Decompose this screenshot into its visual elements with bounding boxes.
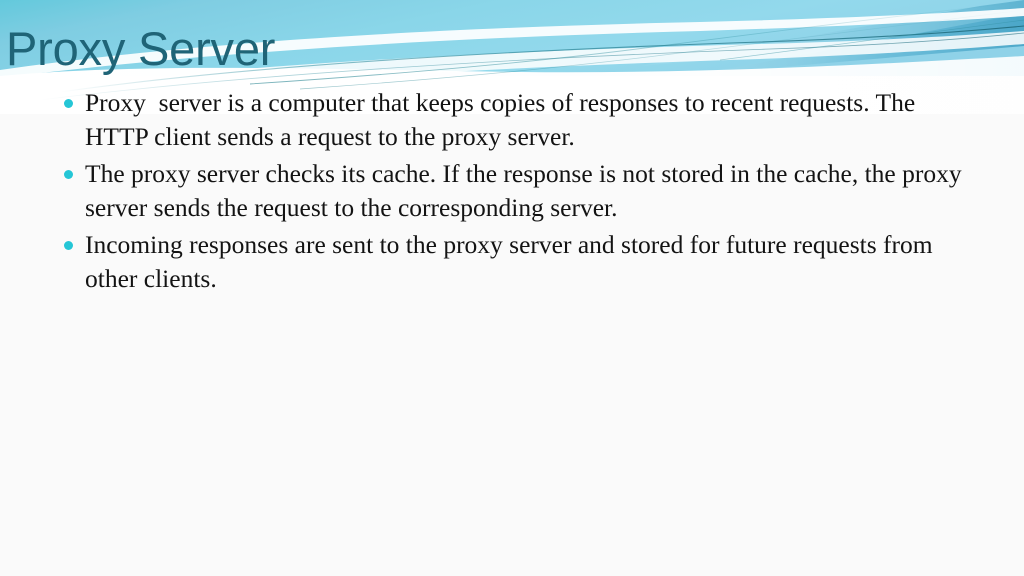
bullet-text: Incoming responses are sent to the proxy… bbox=[85, 230, 939, 293]
slide-body-content: Proxy server is a computer that keeps co… bbox=[56, 86, 972, 299]
bullet-text: The proxy server checks its cache. If th… bbox=[85, 159, 968, 222]
slide-title: Proxy Server bbox=[6, 22, 276, 75]
bullet-list-item: The proxy server checks its cache. If th… bbox=[56, 157, 972, 225]
bullet-text: Proxy server is a computer that keeps co… bbox=[85, 88, 922, 151]
bullet-dot-icon bbox=[64, 99, 73, 108]
bullet-list-item: Incoming responses are sent to the proxy… bbox=[56, 228, 972, 296]
bullet-dot-icon bbox=[64, 170, 73, 179]
bullet-dot-icon bbox=[64, 241, 73, 250]
bullet-list-item: Proxy server is a computer that keeps co… bbox=[56, 86, 972, 154]
presentation-slide: Proxy Server Proxy server is a computer … bbox=[0, 0, 1024, 576]
